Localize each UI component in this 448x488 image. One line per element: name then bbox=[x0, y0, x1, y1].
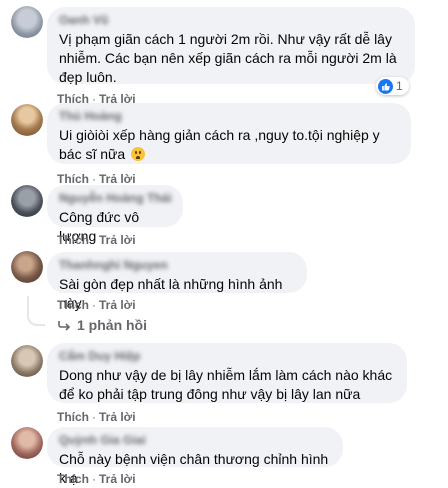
avatar[interactable] bbox=[11, 6, 43, 38]
comment-author[interactable]: Nguyễn Hoàng Thái bbox=[59, 191, 172, 205]
sad-face-emoji-icon bbox=[131, 147, 146, 161]
reply-link[interactable]: Trả lời bbox=[99, 172, 136, 186]
comment-bubble: Cẩm Duy Hiệp Dong như vậy de bị lây nhiễ… bbox=[47, 343, 407, 403]
comment-text: Dong như vậy de bị lây nhiễm lắm làm các… bbox=[59, 367, 393, 402]
avatar[interactable] bbox=[11, 345, 43, 377]
comment-author[interactable]: Quỳnh Gia Giai bbox=[59, 433, 331, 447]
separator-dot: · bbox=[92, 410, 96, 424]
separator-dot: · bbox=[92, 233, 96, 247]
avatar[interactable] bbox=[11, 251, 43, 283]
comment-text: Ui giòiòi xếp hàng giản cách ra ,nguy to… bbox=[59, 126, 399, 164]
comment-author[interactable]: Cẩm Duy Hiệp bbox=[59, 349, 395, 363]
avatar[interactable] bbox=[11, 427, 43, 459]
avatar[interactable] bbox=[11, 104, 43, 136]
comment-actions: Thích · Trả lời bbox=[57, 298, 136, 312]
like-link[interactable]: Thích bbox=[57, 410, 89, 424]
replies-count: 1 phản hồi bbox=[77, 317, 147, 333]
avatar[interactable] bbox=[11, 185, 43, 217]
separator-dot: · bbox=[92, 172, 96, 186]
comment-text-content: Ui giòiòi xếp hàng giản cách ra ,nguy to… bbox=[59, 127, 380, 162]
thread-connector bbox=[27, 296, 45, 326]
comment-author[interactable]: Thanhnghi Nguyen bbox=[59, 258, 295, 272]
comment-actions: Thích · Trả lời bbox=[57, 233, 136, 247]
reaction-count[interactable]: 1 bbox=[376, 77, 409, 95]
reply-link[interactable]: Trả lời bbox=[99, 233, 136, 247]
separator-dot: · bbox=[92, 298, 96, 312]
like-link[interactable]: Thích bbox=[57, 233, 89, 247]
comment-actions: Thích · Trả lời bbox=[57, 410, 136, 424]
like-link[interactable]: Thích bbox=[57, 472, 89, 486]
like-reaction-icon bbox=[378, 78, 393, 94]
comment-bubble: Thanhnghi Nguyen Sài gòn đẹp nhất là nhữ… bbox=[47, 252, 307, 311]
comment-author[interactable]: Thủ Hoàng bbox=[59, 109, 399, 123]
like-link[interactable]: Thích bbox=[57, 172, 89, 186]
reaction-count-text: 1 bbox=[396, 79, 403, 93]
separator-dot: · bbox=[92, 472, 96, 486]
comment-bubble: Quỳnh Gia Giai Chỗ này bệnh viện chân th… bbox=[47, 427, 343, 486]
comment-bubble: Nguyễn Hoàng Thái Công đức vô lượng bbox=[47, 185, 183, 244]
reply-arrow-icon bbox=[58, 321, 71, 331]
comment-actions: Thích · Trả lời bbox=[57, 472, 136, 486]
comment-actions: Thích · Trả lời bbox=[57, 172, 136, 186]
reply-link[interactable]: Trả lời bbox=[99, 410, 136, 424]
comment-bubble: Thủ Hoàng Ui giòiòi xếp hàng giản cách r… bbox=[47, 103, 411, 164]
view-replies-link[interactable]: 1 phản hồi bbox=[57, 317, 147, 333]
reply-link[interactable]: Trả lời bbox=[99, 472, 136, 486]
like-link[interactable]: Thích bbox=[57, 298, 89, 312]
comment-bubble: Oanh Vũ Vị phạm giãn cách 1 người 2m rồi… bbox=[47, 7, 415, 85]
reply-link[interactable]: Trả lời bbox=[99, 298, 136, 312]
comment-author[interactable]: Oanh Vũ bbox=[59, 13, 403, 27]
comment-text: Vị phạm giãn cách 1 người 2m rồi. Như vậ… bbox=[59, 31, 397, 85]
